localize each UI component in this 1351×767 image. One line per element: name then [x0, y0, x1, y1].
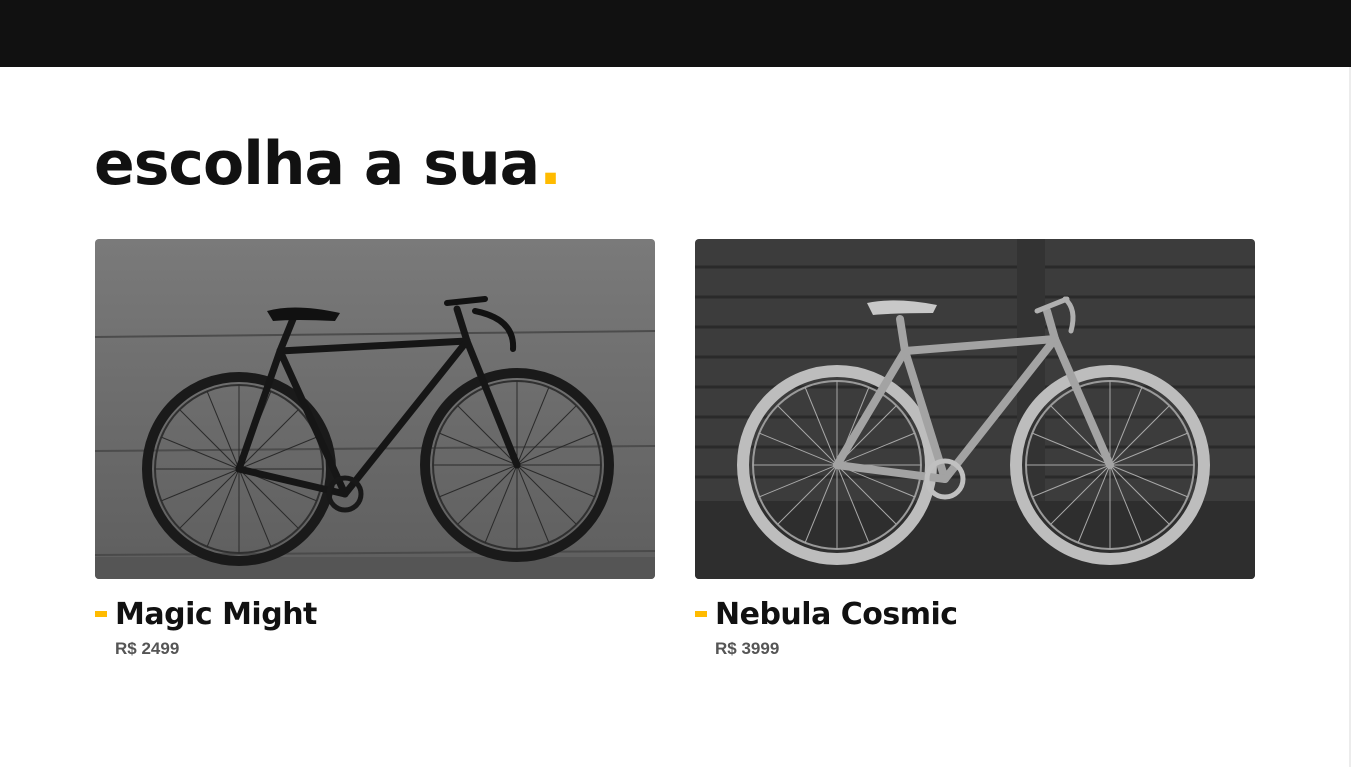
product-name-row: Magic Might [95, 597, 655, 633]
product-card-magic-might[interactable]: Magic Might R$ 2499 [95, 239, 655, 659]
product-card-nebula-cosmic[interactable]: Nebula Cosmic R$ 3999 [695, 239, 1255, 659]
section-title: escolha a sua. [94, 129, 562, 199]
product-name[interactable]: Magic Might [115, 597, 317, 633]
product-name-row: Nebula Cosmic [695, 597, 1255, 633]
product-name[interactable]: Nebula Cosmic [715, 597, 958, 633]
product-price: R$ 2499 [115, 639, 180, 658]
bicycle-photo-nebula-cosmic[interactable] [695, 239, 1255, 579]
bicycle-photo-magic-might[interactable] [95, 239, 655, 579]
title-accent-dot: . [539, 129, 562, 199]
product-price: R$ 3999 [715, 639, 780, 658]
accent-marker [95, 611, 107, 617]
top-header-bar [0, 0, 1351, 67]
accent-marker [695, 611, 707, 617]
